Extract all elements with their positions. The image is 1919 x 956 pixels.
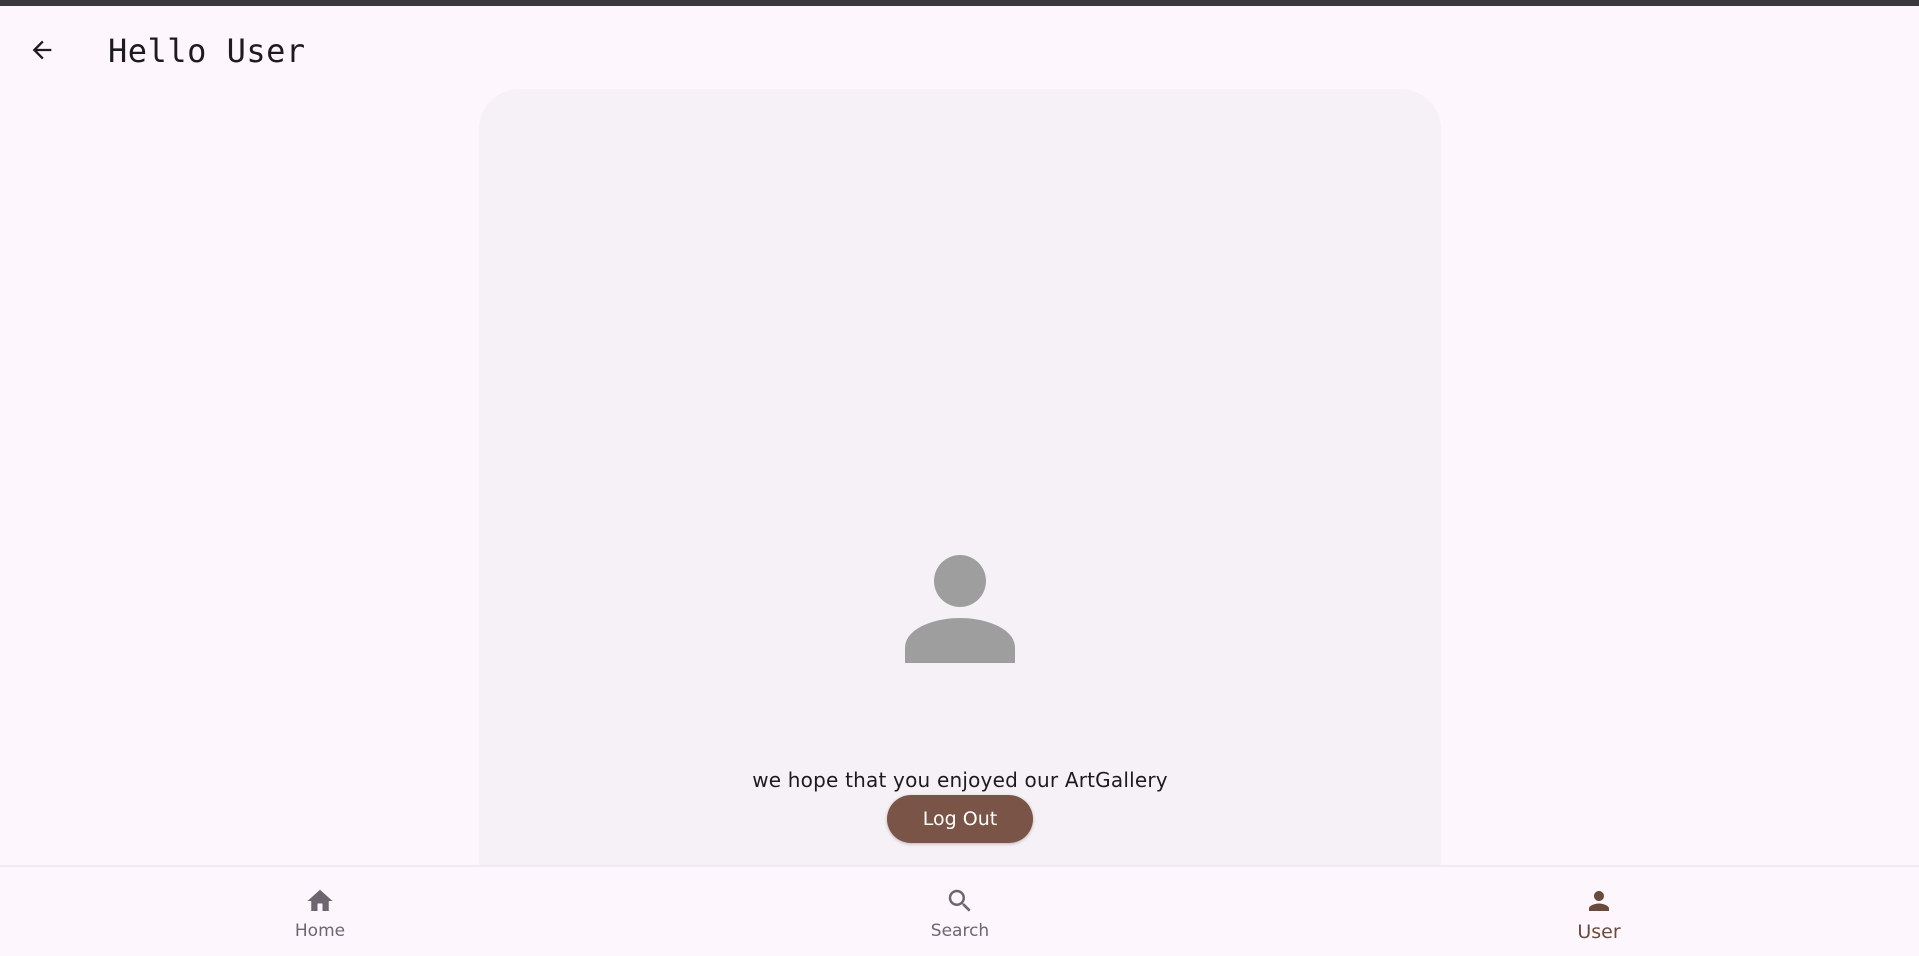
app-bar: Hello User <box>0 6 1919 94</box>
farewell-message: we hope that you enjoyed our ArtGallery <box>752 768 1168 792</box>
nav-item-home[interactable]: Home <box>260 885 380 949</box>
back-button[interactable] <box>18 26 66 74</box>
arrow-left-icon <box>32 40 52 60</box>
nav-label-search: Search <box>930 921 990 941</box>
home-icon <box>304 885 336 917</box>
search-icon <box>944 885 976 917</box>
nav-label-user: User <box>1577 921 1621 943</box>
person-icon <box>905 555 1015 663</box>
person-icon <box>1583 885 1615 917</box>
nav-item-search[interactable]: Search <box>900 885 1020 949</box>
nav-item-user[interactable]: User <box>1539 885 1659 949</box>
page-title: Hello User <box>108 32 306 70</box>
bottom-navigation: Home Search User <box>0 865 1919 956</box>
logout-button[interactable]: Log Out <box>887 795 1033 843</box>
nav-label-home: Home <box>294 921 346 941</box>
